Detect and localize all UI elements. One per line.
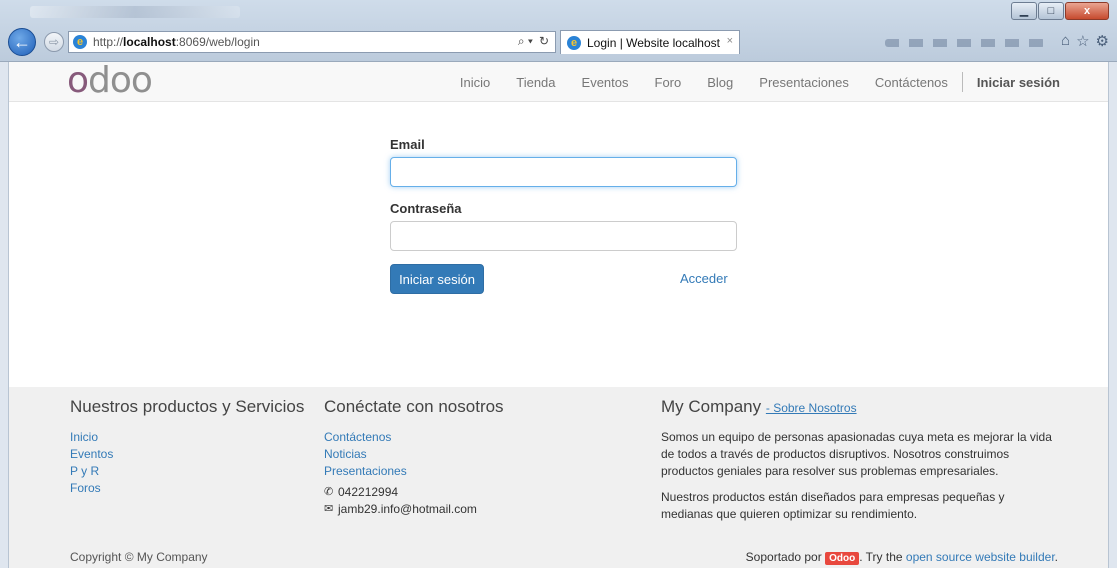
window-title-blurred	[30, 6, 240, 18]
odoo-badge[interactable]: Odoo	[825, 552, 860, 565]
menu-item-presentaciones[interactable]: Presentaciones	[759, 75, 849, 90]
browser-chrome: ▁ □ x ← ⇨ e http://localhost:8069/web/lo…	[0, 0, 1117, 62]
acceder-link[interactable]: Acceder	[680, 271, 728, 286]
email-label: Email	[390, 137, 425, 152]
site-header: odoo Inicio Tienda Eventos Foro Blog Pre…	[9, 60, 1108, 102]
browser-tools: ⌂ ☆ ⚙	[1061, 32, 1109, 50]
footer-connect-title: Conéctate con nosotros	[324, 397, 504, 416]
footer-link-presentaciones[interactable]: Presentaciones	[324, 463, 504, 480]
address-actions: ⌕ ▾ ↻	[518, 34, 549, 49]
copyright-text: Copyright © My Company	[70, 550, 208, 564]
close-window-button[interactable]: x	[1065, 2, 1109, 20]
login-submit-button[interactable]: Iniciar sesión	[390, 264, 484, 294]
menu-item-inicio[interactable]: Inicio	[460, 75, 490, 90]
website-builder-link[interactable]: open source website builder	[906, 550, 1055, 564]
footer-about-paragraph-1: Somos un equipo de personas apasionadas …	[661, 430, 1052, 478]
footer-connect-column: Conéctate con nosotros Contáctenos Notic…	[324, 397, 504, 518]
maximize-button[interactable]: □	[1038, 2, 1064, 20]
address-bar[interactable]: e http://localhost:8069/web/login ⌕ ▾ ↻	[68, 31, 556, 53]
phone-icon: ✆	[324, 486, 334, 498]
tab-ie-icon: e	[567, 35, 581, 50]
browser-navigation-row: ← ⇨ e http://localhost:8069/web/login ⌕ …	[0, 27, 1117, 57]
footer-products-title: Nuestros productos y Servicios	[70, 397, 305, 416]
tab-title: Login | Website localhost	[587, 35, 720, 50]
footer-email: ✉ jamb29.info@hotmail.com	[324, 501, 504, 518]
footer-link-foros[interactable]: Foros	[70, 480, 304, 497]
footer-products-column: Nuestros productos y Servicios Inicio Ev…	[70, 397, 304, 497]
window-left-border	[0, 62, 9, 568]
footer-about-paragraph-2: Nuestros productos están diseñados para …	[661, 490, 1005, 521]
site-footer: Nuestros productos y Servicios Inicio Ev…	[9, 387, 1108, 568]
menu-item-blog[interactable]: Blog	[707, 75, 733, 90]
tab-close-icon[interactable]: ×	[727, 35, 733, 47]
forward-button[interactable]: ⇨	[44, 32, 64, 52]
odoo-logo[interactable]: odoo	[67, 60, 153, 101]
footer-link-contactenos[interactable]: Contáctenos	[324, 429, 504, 446]
envelope-icon: ✉	[324, 503, 334, 515]
footer-company-title: My Company - Sobre Nosotros	[661, 397, 857, 416]
footer-link-inicio[interactable]: Inicio	[70, 429, 304, 446]
settings-gear-icon[interactable]: ⚙	[1096, 32, 1109, 50]
footer-link-noticias[interactable]: Noticias	[324, 446, 504, 463]
favorites-star-icon[interactable]: ☆	[1076, 32, 1089, 50]
footer-link-eventos[interactable]: Eventos	[70, 446, 304, 463]
footer-phone-number: 042212994	[338, 485, 399, 499]
window-controls: ▁ □ x	[1010, 2, 1109, 20]
about-us-link[interactable]: - Sobre Nosotros	[766, 401, 857, 415]
menu-separator	[961, 72, 963, 92]
footer-company-column: My Company - Sobre Nosotros Somos un equ…	[661, 397, 1061, 523]
menu-item-login[interactable]: Iniciar sesión	[977, 75, 1060, 90]
menu-item-foro[interactable]: Foro	[655, 75, 682, 90]
browser-tab-login[interactable]: e Login | Website localhost ×	[560, 30, 740, 54]
minimize-button[interactable]: ▁	[1011, 2, 1037, 20]
search-dropdown-icon[interactable]: ⌕ ▾	[518, 34, 533, 49]
footer-email-address: jamb29.info@hotmail.com	[338, 502, 477, 516]
menu-item-contactenos[interactable]: Contáctenos	[875, 75, 948, 90]
menu-item-tienda[interactable]: Tienda	[516, 75, 555, 90]
menu-item-eventos[interactable]: Eventos	[582, 75, 629, 90]
powered-by: Soportado por Odoo. Try the open source …	[745, 550, 1058, 565]
home-icon[interactable]: ⌂	[1061, 32, 1070, 50]
refresh-icon[interactable]: ↻	[539, 34, 549, 49]
ie-page-icon: e	[73, 35, 87, 49]
main-menu: Inicio Tienda Eventos Foro Blog Presenta…	[434, 62, 1060, 102]
blurred-toolbar-area	[885, 39, 1045, 47]
window-right-border	[1108, 62, 1117, 568]
password-label: Contraseña	[390, 201, 462, 216]
footer-link-pyr[interactable]: P y R	[70, 463, 304, 480]
email-input[interactable]	[390, 157, 737, 187]
footer-phone: ✆ 042212994	[324, 484, 504, 501]
back-button[interactable]: ←	[8, 28, 36, 56]
window-titlebar: ▁ □ x	[0, 0, 1117, 26]
address-url: http://localhost:8069/web/login	[93, 35, 260, 49]
password-input[interactable]	[390, 221, 737, 251]
